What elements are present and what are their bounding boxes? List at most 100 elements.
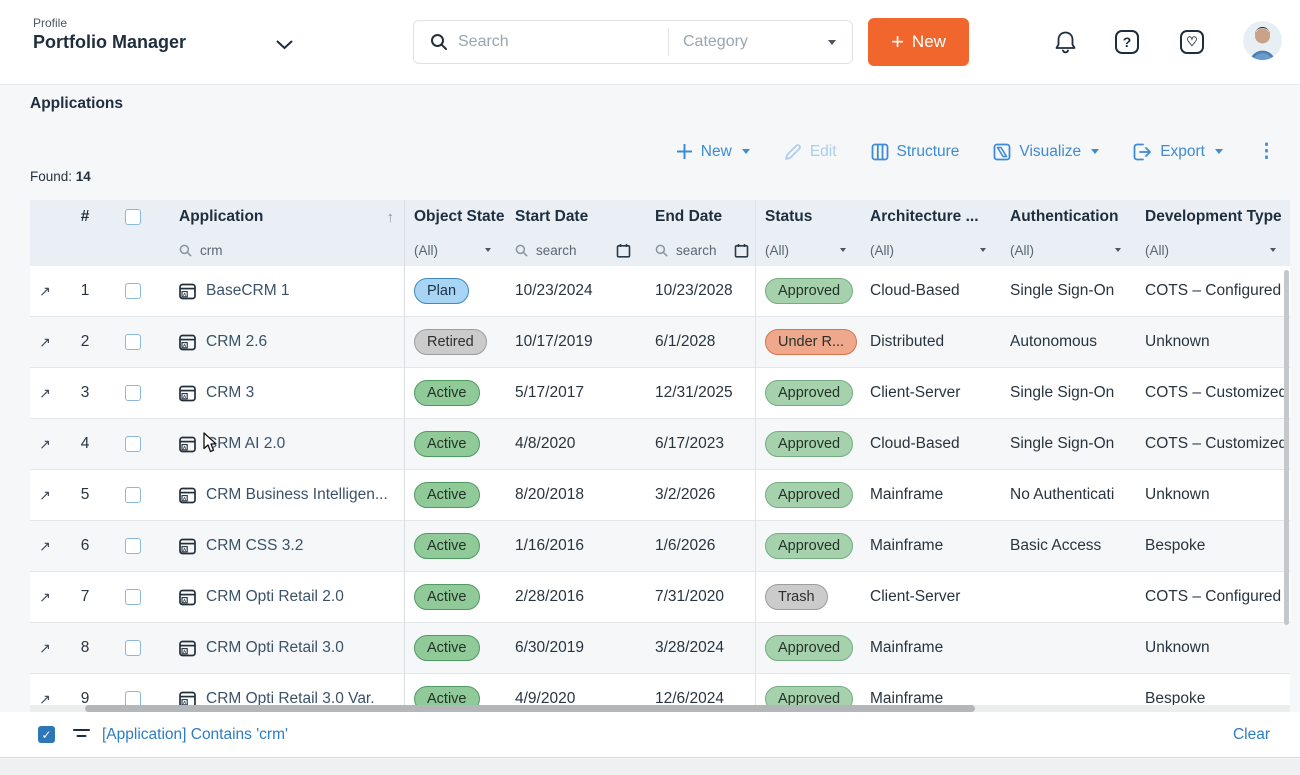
profile-switcher[interactable]: Profile Portfolio Manager bbox=[33, 16, 293, 53]
column-architecture[interactable]: Architecture ... bbox=[860, 208, 1000, 226]
column-start-date[interactable]: Start Date bbox=[505, 208, 645, 226]
open-fact-sheet-icon[interactable]: ↗ bbox=[30, 334, 60, 351]
row-checkbox[interactable] bbox=[125, 589, 141, 605]
application-name[interactable]: CRM 3 bbox=[206, 384, 254, 402]
table-row[interactable]: ↗ 2 A CRM 2.6 Retired 10/17/2019 6/1/202… bbox=[30, 317, 1290, 368]
open-fact-sheet-icon[interactable]: ↗ bbox=[30, 283, 60, 300]
application-name[interactable]: CRM Opti Retail 2.0 bbox=[206, 588, 344, 606]
svg-text:A: A bbox=[183, 393, 187, 398]
authentication-filter[interactable]: (All) bbox=[1000, 243, 1135, 258]
toolbar-structure-button[interactable]: Structure bbox=[871, 143, 960, 161]
new-button[interactable]: + New bbox=[868, 18, 969, 66]
plus-icon: + bbox=[891, 31, 904, 53]
column-development-type[interactable]: Development Type bbox=[1135, 208, 1290, 226]
toolbar-export-button[interactable]: Export bbox=[1133, 143, 1223, 161]
vertical-scrollbar-thumb[interactable] bbox=[1284, 270, 1289, 625]
horizontal-scrollbar-track[interactable] bbox=[30, 705, 1290, 712]
table-row[interactable]: ↗ 6 A CRM CSS 3.2 Active 1/16/2016 1/6/2… bbox=[30, 521, 1290, 572]
help-icon[interactable]: ? bbox=[1114, 29, 1140, 55]
open-fact-sheet-icon[interactable]: ↗ bbox=[30, 487, 60, 504]
end-date-value: 1/6/2026 bbox=[645, 537, 755, 555]
open-fact-sheet-icon[interactable]: ↗ bbox=[30, 538, 60, 555]
column-object-state[interactable]: Object State bbox=[404, 208, 505, 226]
row-checkbox[interactable] bbox=[125, 691, 141, 705]
column-application[interactable]: Application ↑ bbox=[155, 208, 404, 226]
end-date-value: 6/17/2023 bbox=[645, 435, 755, 453]
filter-enabled-checkbox[interactable]: ✓ bbox=[38, 726, 55, 743]
open-fact-sheet-icon[interactable]: ↗ bbox=[30, 385, 60, 402]
select-all-checkbox[interactable] bbox=[125, 209, 141, 225]
category-select[interactable]: Category bbox=[683, 33, 828, 51]
notifications-bell-icon[interactable] bbox=[1052, 29, 1078, 55]
application-name[interactable]: CRM 2.6 bbox=[206, 333, 267, 351]
svg-text:A: A bbox=[183, 597, 187, 602]
clear-filter-link[interactable]: Clear bbox=[1233, 726, 1270, 744]
open-fact-sheet-icon[interactable]: ↗ bbox=[30, 640, 60, 657]
horizontal-scrollbar-thumb[interactable] bbox=[85, 705, 975, 712]
calendar-icon[interactable] bbox=[734, 243, 749, 258]
application-name[interactable]: CRM CSS 3.2 bbox=[206, 537, 303, 555]
row-checkbox[interactable] bbox=[125, 487, 141, 503]
table-row[interactable]: ↗ 5 A CRM Business Intelligen... Active … bbox=[30, 470, 1290, 521]
search-input[interactable] bbox=[458, 33, 668, 51]
application-name[interactable]: CRM Opti Retail 3.0 bbox=[206, 639, 344, 657]
active-filter-bar: ✓ [Application] Contains 'crm' Clear bbox=[0, 712, 1300, 758]
more-options-kebab-icon[interactable]: ⋮ bbox=[1257, 140, 1276, 163]
table-row[interactable]: ↗ 9 A CRM Opti Retail 3.0 Var. Active 4/… bbox=[30, 674, 1290, 705]
calendar-icon[interactable] bbox=[616, 243, 631, 258]
open-fact-sheet-icon[interactable]: ↗ bbox=[30, 436, 60, 453]
development-type-filter[interactable]: (All) bbox=[1135, 243, 1290, 258]
top-bar: Profile Portfolio Manager Category + New… bbox=[0, 0, 1300, 85]
end-date-filter[interactable]: search bbox=[645, 243, 755, 258]
table-row[interactable]: ↗ 3 A CRM 3 Active 5/17/2017 12/31/2025 … bbox=[30, 368, 1290, 419]
caret-down-icon bbox=[840, 248, 846, 252]
application-name[interactable]: BaseCRM 1 bbox=[206, 282, 290, 300]
caret-down-icon bbox=[1091, 149, 1099, 154]
start-date-filter[interactable]: search bbox=[505, 243, 645, 258]
column-authentication[interactable]: Authentication bbox=[1000, 208, 1135, 226]
table-row[interactable]: ↗ 8 A CRM Opti Retail 3.0 Active 6/30/20… bbox=[30, 623, 1290, 674]
row-checkbox[interactable] bbox=[125, 538, 141, 554]
row-checkbox[interactable] bbox=[125, 334, 141, 350]
application-filter-input[interactable]: crm bbox=[179, 243, 223, 258]
toolbar-visualize-button[interactable]: Visualize bbox=[993, 143, 1099, 161]
caret-down-icon bbox=[742, 149, 750, 154]
application-name[interactable]: CRM AI 2.0 bbox=[206, 435, 285, 453]
architecture-value: Mainframe bbox=[860, 690, 1000, 705]
new-button-label: New bbox=[912, 32, 946, 52]
open-fact-sheet-icon[interactable]: ↗ bbox=[30, 691, 60, 706]
user-avatar[interactable] bbox=[1243, 21, 1282, 60]
architecture-value: Mainframe bbox=[860, 486, 1000, 504]
category-caret-icon[interactable] bbox=[828, 40, 836, 45]
row-checkbox[interactable] bbox=[125, 385, 141, 401]
column-status[interactable]: Status bbox=[755, 208, 860, 226]
row-checkbox[interactable] bbox=[125, 640, 141, 656]
authentication-value: No Authenticati bbox=[1000, 486, 1135, 504]
object-state-pill: Retired bbox=[414, 329, 487, 355]
column-end-date[interactable]: End Date bbox=[645, 208, 755, 226]
row-checkbox[interactable] bbox=[125, 283, 141, 299]
open-fact-sheet-icon[interactable]: ↗ bbox=[30, 589, 60, 606]
status-pill: Approved bbox=[765, 533, 853, 559]
whats-new-heart-icon[interactable]: ♡ bbox=[1179, 29, 1205, 55]
table-row[interactable]: ↗ 1 A BaseCRM 1 Plan 10/23/2024 10/23/20… bbox=[30, 266, 1290, 317]
table-row[interactable]: ↗ 4 A CRM AI 2.0 Active 4/8/2020 6/17/20… bbox=[30, 419, 1290, 470]
pencil-icon bbox=[784, 143, 802, 161]
toolbar-new-button[interactable]: New bbox=[676, 143, 750, 161]
table-row[interactable]: ↗ 7 A CRM Opti Retail 2.0 Active 2/28/20… bbox=[30, 572, 1290, 623]
start-date-value: 4/9/2020 bbox=[505, 690, 645, 705]
row-checkbox[interactable] bbox=[125, 436, 141, 452]
status-filter[interactable]: (All) bbox=[755, 243, 860, 258]
architecture-filter[interactable]: (All) bbox=[860, 243, 1000, 258]
status-pill: Approved bbox=[765, 686, 853, 705]
architecture-value: Mainframe bbox=[860, 639, 1000, 657]
status-pill: Approved bbox=[765, 482, 853, 508]
sort-ascending-icon[interactable]: ↑ bbox=[387, 209, 395, 226]
end-date-value: 12/31/2025 bbox=[645, 384, 755, 402]
profile-value: Portfolio Manager bbox=[33, 32, 186, 53]
application-name[interactable]: CRM Opti Retail 3.0 Var. bbox=[206, 690, 375, 705]
application-name[interactable]: CRM Business Intelligen... bbox=[206, 486, 388, 504]
toolbar-edit-button[interactable]: Edit bbox=[784, 143, 837, 161]
column-num[interactable]: # bbox=[60, 208, 110, 226]
object-state-filter[interactable]: (All) bbox=[404, 243, 505, 258]
